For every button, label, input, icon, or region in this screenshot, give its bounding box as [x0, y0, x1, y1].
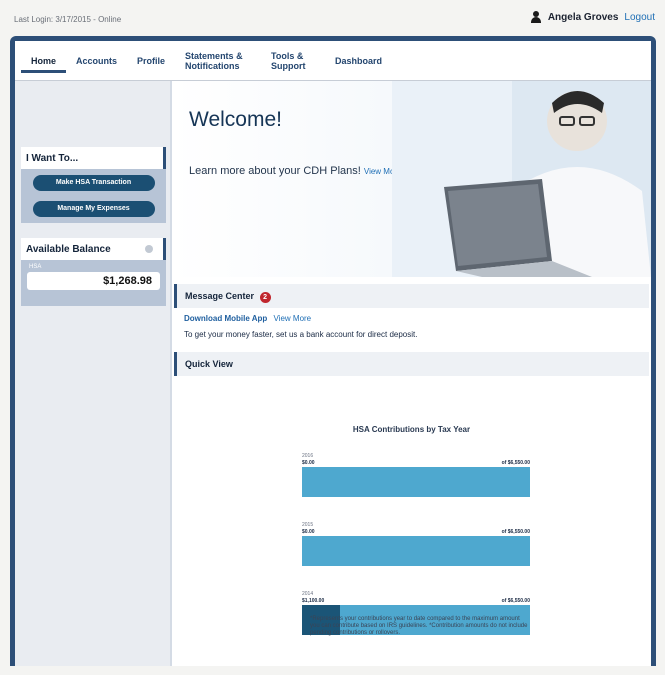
bar-value-label: $0.00	[302, 529, 315, 535]
message-row-mobile-app: Download Mobile App View More	[184, 314, 311, 323]
tab-home[interactable]: Home	[21, 48, 67, 73]
chart-footnote: *Represents your contributions year to d…	[310, 616, 528, 636]
bar-limit-label: of $6,550.00	[501, 529, 530, 535]
tab-accounts[interactable]: Accounts	[66, 56, 127, 66]
message-row-direct-deposit: To get your money faster, set us a bank …	[184, 330, 418, 339]
message-count-badge[interactable]: 2	[259, 292, 271, 303]
app-frame: Home Accounts Profile Statements & Notif…	[10, 36, 656, 666]
user-area: Angela Groves Logout	[530, 11, 655, 23]
message-center-title: Message Center	[185, 291, 255, 301]
bar-limit-label: of $6,550.00	[501, 460, 530, 466]
manage-expenses-button[interactable]: Manage My Expenses	[32, 201, 155, 217]
bar-value-row: $0.00 of $6,550.00	[302, 529, 530, 535]
main-content: Welcome! Learn more about your CDH Plans…	[172, 81, 651, 666]
bar-year-label: 2014	[302, 591, 314, 597]
bar-2016: 2016 $0.00 of $6,550.00	[302, 453, 530, 497]
user-icon	[530, 11, 542, 23]
mobile-app-view-more-link[interactable]: View More	[273, 314, 311, 323]
i-want-to-heading: I Want To...	[21, 147, 166, 169]
sidebar: I Want To... Make HSA Transaction Manage…	[15, 81, 170, 666]
download-mobile-app-text: Download Mobile App	[184, 314, 268, 323]
available-balance-title: Available Balance	[26, 244, 111, 255]
bar-value-row: $1,100.00 of $6,550.00	[302, 598, 530, 604]
balance-panel: HSA $1,268.98	[21, 260, 166, 306]
bar-track	[302, 536, 530, 566]
quick-view-heading: Quick View	[174, 352, 649, 376]
top-bar: Last Login: 3/17/2015 - Online Angela Gr…	[0, 0, 665, 36]
tab-profile[interactable]: Profile	[127, 56, 175, 66]
last-login-text: Last Login: 3/17/2015 - Online	[14, 15, 122, 24]
refresh-icon[interactable]	[145, 245, 153, 253]
hsa-balance-value: $1,268.98	[27, 272, 160, 290]
cdh-plans-label: Learn more about your CDH Plans!	[189, 165, 361, 177]
available-balance-heading: Available Balance	[21, 238, 166, 260]
cdh-plans-text: Learn more about your CDH Plans! View Mo…	[189, 165, 402, 177]
bar-track	[302, 467, 530, 497]
message-center-heading: Message Center 2	[174, 284, 649, 308]
make-hsa-transaction-button[interactable]: Make HSA Transaction	[32, 175, 155, 191]
bar-year-label: 2015	[302, 522, 314, 528]
person-laptop-photo	[392, 81, 651, 277]
i-want-to-panel: Make HSA Transaction Manage My Expenses	[21, 169, 166, 223]
bar-value-label: $0.00	[302, 460, 315, 466]
welcome-banner: Welcome! Learn more about your CDH Plans…	[172, 81, 651, 277]
user-name[interactable]: Angela Groves	[548, 12, 619, 23]
bar-limit-label: of $6,550.00	[501, 598, 530, 604]
tab-tools-support[interactable]: Tools & Support	[261, 51, 325, 71]
welcome-title: Welcome!	[189, 108, 282, 131]
bar-year-label: 2016	[302, 453, 314, 459]
tab-statements-notifications[interactable]: Statements & Notifications	[175, 51, 261, 71]
main-nav: Home Accounts Profile Statements & Notif…	[15, 41, 651, 81]
app-content: Home Accounts Profile Statements & Notif…	[15, 41, 651, 666]
bar-2015: 2015 $0.00 of $6,550.00	[302, 522, 530, 566]
bar-value-row: $0.00 of $6,550.00	[302, 460, 530, 466]
chart-title: HSA Contributions by Tax Year	[352, 425, 471, 434]
logout-link[interactable]: Logout	[624, 12, 655, 23]
bar-value-label: $1,100.00	[302, 598, 325, 604]
hsa-account-label: HSA	[29, 264, 42, 270]
tab-dashboard[interactable]: Dashboard	[325, 56, 392, 66]
